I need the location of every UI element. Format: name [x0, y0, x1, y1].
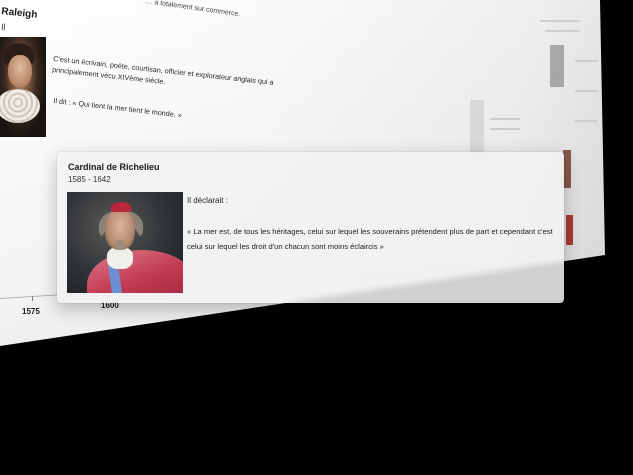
- side-thumbnail[interactable]: [550, 45, 564, 87]
- raleigh-name: Raleigh: [0, 6, 38, 21]
- portrait-beard-shape: [115, 240, 125, 250]
- card-quote-text: « La mer est, de tous les héritages, cel…: [187, 227, 553, 251]
- raleigh-description: C'est un écrivain, poète, courtisan, off…: [51, 53, 274, 87]
- card-intro-text: Il déclarait :: [187, 196, 228, 205]
- screen: … a totalement sur commerce. Raleigh ll …: [0, 0, 633, 475]
- side-text-line: [540, 20, 580, 22]
- portrait-cap-shape: [111, 202, 131, 212]
- portrait-ruff-shape: [0, 89, 40, 123]
- card-dates: 1585 - 1642: [68, 175, 111, 184]
- raleigh-quote: Il dit : « Qui tient la mer tient le mon…: [52, 96, 183, 120]
- richelieu-portrait-image[interactable]: [67, 192, 183, 293]
- portrait-face-shape: [8, 55, 32, 87]
- timeline-label-1575: 1575: [22, 307, 40, 316]
- side-thumbnail[interactable]: [563, 150, 571, 188]
- raleigh-portrait-image[interactable]: [0, 37, 46, 137]
- side-text-line: [575, 60, 597, 62]
- side-text-line: [575, 90, 597, 92]
- card-title: Cardinal de Richelieu: [68, 162, 160, 172]
- side-thumbnail[interactable]: [470, 100, 484, 160]
- side-text-line: [490, 128, 520, 130]
- top-text-snippet: … a totalement sur commerce.: [145, 0, 241, 19]
- richelieu-info-card[interactable]: Cardinal de Richelieu 1585 - 1642 Il déc…: [57, 152, 564, 303]
- side-text-line: [490, 118, 520, 120]
- side-text-line: [575, 120, 597, 122]
- portrait-collar-shape: [107, 247, 133, 269]
- raleigh-name-suffix: ll: [0, 22, 6, 33]
- timeline-tick: [32, 296, 33, 301]
- side-text-line: [545, 30, 580, 32]
- side-thumbnail[interactable]: [566, 215, 573, 245]
